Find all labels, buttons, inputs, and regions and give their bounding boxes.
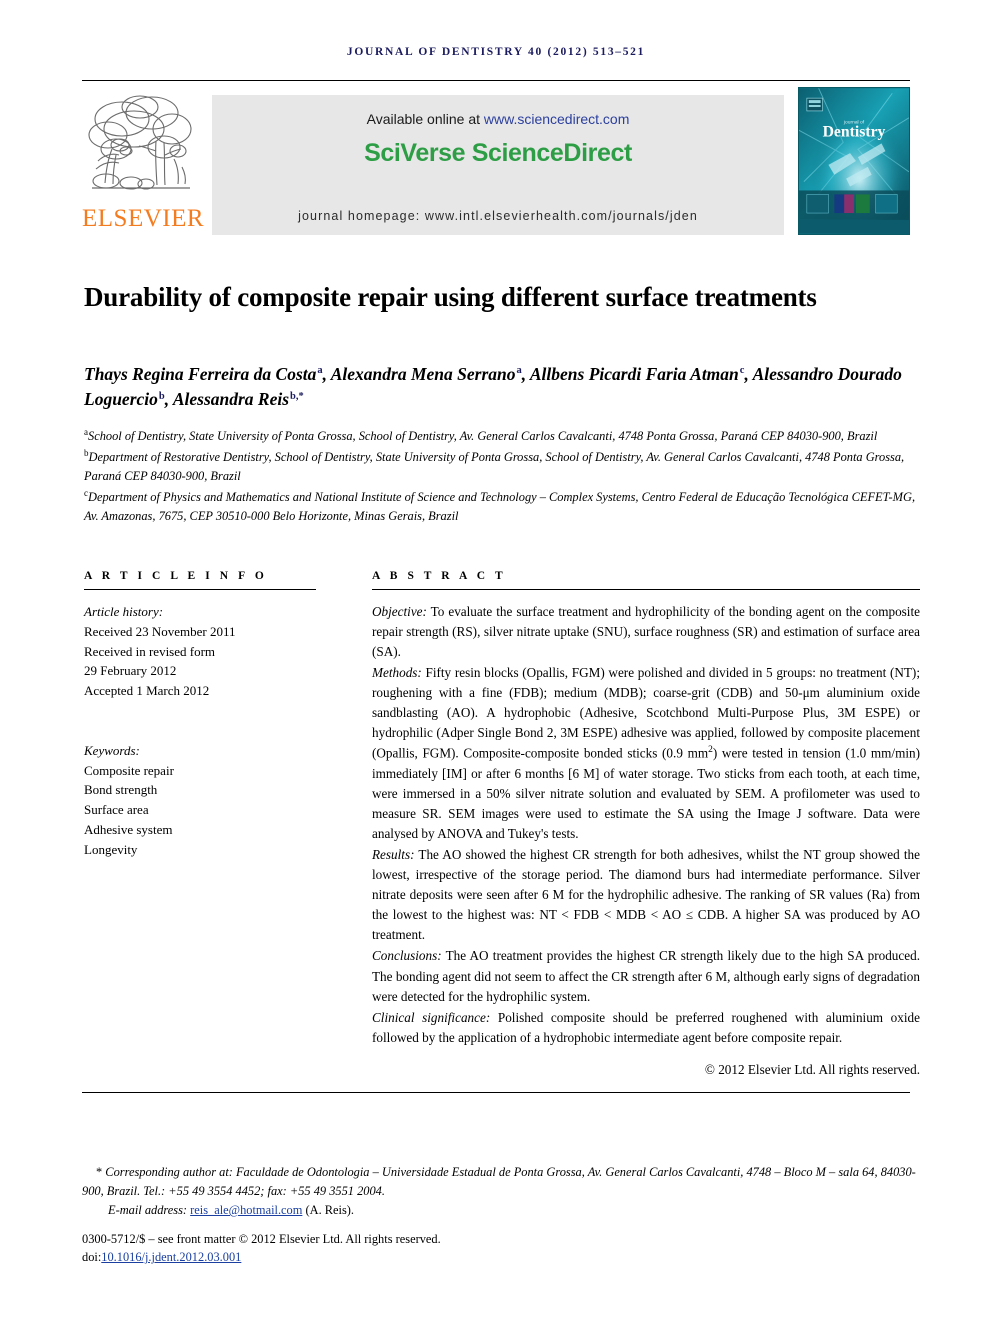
- article-info-heading: A R T I C L E I N F O: [84, 570, 268, 582]
- sciencedirect-url[interactable]: www.sciencedirect.com: [484, 111, 630, 127]
- objective-text: To evaluate the surface treatment and hy…: [372, 604, 920, 660]
- author-affiliation-marker: c: [739, 365, 745, 377]
- available-online-prefix: Available online at: [366, 111, 484, 127]
- header-divider: [82, 80, 910, 81]
- revised-date: 29 February 2012: [84, 663, 177, 679]
- doi-link[interactable]: 10.1016/j.jdent.2012.03.001: [101, 1250, 241, 1264]
- abstract-body: Objective: To evaluate the surface treat…: [372, 602, 920, 1080]
- email-link[interactable]: reis_ale@hotmail.com: [190, 1203, 302, 1217]
- affiliation-text: Department of Physics and Mathematics an…: [84, 490, 916, 524]
- affiliation-text: School of Dentistry, State University of…: [88, 429, 878, 444]
- objective-label: Objective:: [372, 604, 427, 619]
- keywords-list: Composite repair Bond strength Surface are…: [84, 761, 316, 860]
- sciverse-sciencedirect-logo: SciVerse ScienceDirect: [212, 139, 784, 168]
- available-online-line: Available online at www.sciencedirect.co…: [212, 111, 784, 127]
- page-title: Durability of composite repair using dif…: [84, 282, 817, 313]
- svg-text:Dentistry: Dentistry: [823, 123, 886, 140]
- keyword-item: Composite repair: [84, 762, 174, 778]
- conclusions-label: Conclusions:: [372, 948, 442, 964]
- keyword-item: Adhesive system: [84, 821, 173, 837]
- article-info-column: A R T I C L E I N F O Article history: R…: [84, 570, 316, 859]
- affiliation-item: aSchool of Dentistry, State University o…: [84, 426, 920, 446]
- elsevier-logo: ELSEVIER: [82, 87, 205, 235]
- email-label: E-mail address:: [108, 1203, 188, 1218]
- corresponding-author-text: Corresponding author at: Faculdade de Od…: [82, 1165, 916, 1198]
- author-name: Thays Regina Ferreira da Costa: [84, 364, 317, 384]
- author-list: Thays Regina Ferreira da Costaa, Alexand…: [84, 364, 902, 410]
- sciencedirect-text: ScienceDirect: [471, 139, 633, 167]
- keyword-item: Longevity: [84, 841, 138, 857]
- abstract-heading: A B S T R A C T: [372, 570, 507, 582]
- sciencedirect-banner: Available online at www.sciencedirect.co…: [212, 95, 784, 235]
- clinical-significance-label: Clinical significance:: [372, 1009, 491, 1025]
- affiliation-item: cDepartment of Physics and Mathematics a…: [84, 487, 920, 526]
- issn-line: 0300-5712/$ – see front matter © 2012 El…: [82, 1231, 441, 1246]
- methods-label: Methods:: [372, 665, 422, 681]
- email-suffix: (A. Reis).: [302, 1203, 355, 1218]
- keyword-item: Surface area: [84, 802, 149, 817]
- abstract-column: A B S T R A C T Objective: To evaluate t…: [372, 570, 920, 1080]
- article-page: Journal of Dentistry 40 (2012) 513–521: [0, 0, 992, 1323]
- author-affiliation-marker: b: [158, 390, 165, 402]
- corresponding-author-note: * Corresponding author at: Faculdade de …: [82, 1163, 918, 1200]
- abstract-results: Results: The AO showed the highest CR st…: [372, 845, 920, 945]
- author-name: Alessandra Reis: [172, 389, 290, 410]
- abstract-conclusions: Conclusions: The AO treatment provides t…: [372, 946, 920, 1006]
- results-text: The AO showed the highest CR strength fo…: [372, 847, 920, 943]
- revised-label: Received in revised form: [84, 643, 216, 659]
- elsevier-wordmark: ELSEVIER: [82, 205, 205, 232]
- article-history: Article history: Received 23 November 20…: [84, 602, 316, 701]
- doi-line: doi:10.1016/j.jdent.2012.03.001: [82, 1248, 918, 1267]
- email-note: E-mail address: reis_ale@hotmail.com (A.…: [82, 1201, 918, 1220]
- footer-divider: [82, 1092, 910, 1093]
- journal-cover-artwork: journal of Dentistry available online at: [799, 88, 909, 234]
- abstract-copyright: © 2012 Elsevier Ltd. All rights reserved…: [704, 1061, 920, 1077]
- article-history-label: Article history:: [84, 604, 164, 619]
- abstract-objective: Objective: To evaluate the surface treat…: [372, 602, 920, 662]
- journal-cover-thumbnail: journal of Dentistry available online at: [798, 87, 910, 235]
- article-info-divider: [84, 589, 316, 590]
- affiliation-list: aSchool of Dentistry, State University o…: [84, 426, 920, 527]
- received-date: Received 23 November 2011: [84, 623, 236, 639]
- accepted-date: Accepted 1 March 2012: [84, 683, 210, 698]
- doi-label: doi:: [82, 1250, 102, 1265]
- page-footer: * Corresponding author at: Faculdade de …: [82, 1163, 918, 1267]
- author-name: Alexandra Mena Serrano: [330, 364, 516, 384]
- running-head: Journal of Dentistry 40 (2012) 513–521: [346, 46, 646, 58]
- abstract-methods: Methods: Fifty resin blocks (Opallis, FG…: [372, 663, 920, 844]
- keywords-label: Keywords:: [84, 742, 140, 758]
- affiliation-item: bDepartment of Restorative Dentistry, Sc…: [84, 447, 920, 486]
- elsevier-tree-icon: [88, 95, 192, 190]
- author-affiliation-marker: b,*: [290, 390, 304, 402]
- affiliation-text: Department of Restorative Dentistry, Sch…: [84, 450, 905, 484]
- keywords-block: Keywords: Composite repair Bond strength S…: [84, 741, 316, 860]
- author-affiliation-marker: a: [317, 365, 323, 377]
- journal-homepage-line[interactable]: journal homepage: www.intl.elsevierhealt…: [212, 209, 784, 223]
- author-name: Allbens Picardi Faria Atman: [529, 364, 739, 384]
- conclusions-text: The AO treatment provides the highest CR…: [372, 948, 920, 1004]
- author-affiliation-marker: a: [516, 365, 522, 377]
- abstract-clinical-significance: Clinical significance: Polished composit…: [372, 1008, 920, 1048]
- abstract-divider: [372, 589, 920, 590]
- sciverse-text: SciVerse: [364, 139, 472, 167]
- results-label: Results:: [372, 847, 415, 863]
- masthead: ELSEVIER Available online at www.science…: [82, 87, 910, 235]
- keyword-item: Bond strength: [84, 782, 158, 798]
